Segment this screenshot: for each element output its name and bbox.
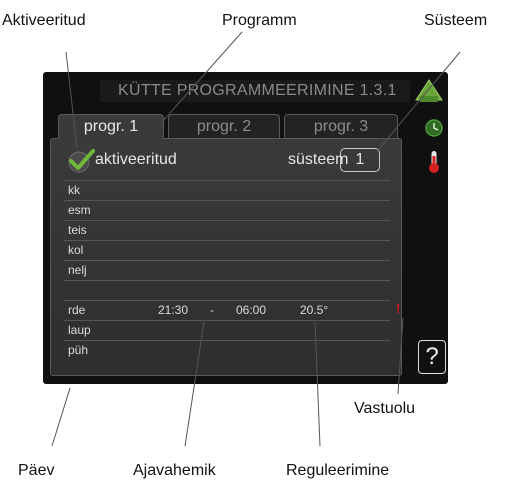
- day-row[interactable]: püh: [64, 340, 390, 361]
- day-row[interactable]: laup: [64, 320, 390, 341]
- checkmark-icon[interactable]: [66, 148, 96, 174]
- day-row[interactable]: kk: [64, 180, 390, 201]
- time-end[interactable]: 06:00: [236, 303, 266, 317]
- callout-adjustment: Reguleerimine: [286, 462, 390, 479]
- time-separator: -: [210, 303, 214, 317]
- temperature-adjustment[interactable]: 20.5°: [300, 303, 328, 317]
- day-label: laup: [68, 323, 91, 337]
- house-icon[interactable]: [414, 76, 444, 104]
- tab-program-1[interactable]: progr. 1: [58, 114, 164, 139]
- day-row[interactable]: esm: [64, 200, 390, 221]
- day-row[interactable]: nelj: [64, 260, 390, 281]
- day-label: kol: [68, 243, 84, 257]
- day-label: kk: [68, 183, 80, 197]
- callout-program: Programm: [222, 12, 297, 29]
- callout-day: Päev: [18, 462, 55, 479]
- tab-program-3[interactable]: progr. 3: [284, 114, 398, 139]
- callout-time-period: Ajavahemik: [133, 462, 216, 479]
- day-label: teis: [68, 223, 87, 237]
- callout-enabled: Aktiveeritud: [2, 12, 86, 29]
- enabled-label: aktiveeritud: [95, 151, 177, 168]
- clock-icon[interactable]: [424, 118, 444, 138]
- system-selector[interactable]: 1: [340, 148, 380, 172]
- day-label: püh: [68, 343, 89, 357]
- day-row[interactable]: teis: [64, 220, 390, 241]
- day-row-gap: [64, 280, 390, 281]
- tab-program-2[interactable]: progr. 2: [168, 114, 280, 139]
- help-button[interactable]: ?: [418, 340, 446, 374]
- day-label: esm: [68, 203, 91, 217]
- conflict-warning-icon: !: [396, 301, 401, 316]
- day-label: nelj: [68, 263, 87, 277]
- day-row[interactable]: rde 21:30 - 06:00 20.5° !: [64, 300, 400, 321]
- callout-conflict: Vastuolu: [354, 400, 416, 417]
- day-row[interactable]: kol: [64, 240, 390, 261]
- time-start[interactable]: 21:30: [158, 303, 188, 317]
- callout-system: Süsteem: [424, 12, 488, 29]
- day-label: rde: [68, 303, 86, 317]
- menu-title: KÜTTE PROGRAMMEERIMINE 1.3.1: [118, 82, 397, 99]
- thermometer-icon[interactable]: [427, 150, 441, 174]
